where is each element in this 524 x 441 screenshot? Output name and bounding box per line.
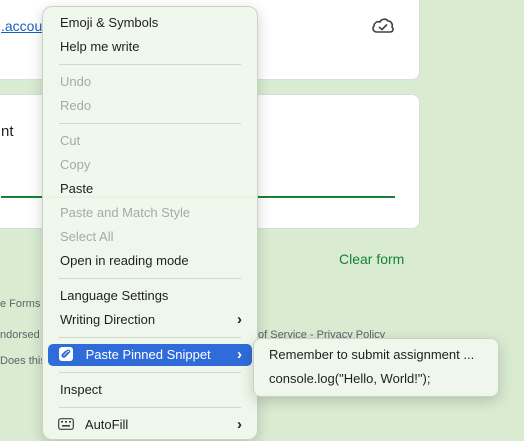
context-menu: Emoji & Symbols Help me write Undo Redo …: [42, 6, 258, 440]
menu-item-label: Paste Pinned Snippet: [85, 347, 211, 362]
snippet-item-reminder[interactable]: Remember to submit assignment ...: [259, 344, 493, 366]
chevron-right-icon: ›: [237, 346, 242, 363]
menu-separator: [59, 64, 241, 65]
keyboard-icon: [58, 415, 74, 430]
footer-does-text: Does this: [0, 355, 46, 367]
clear-form-button[interactable]: Clear form: [339, 251, 404, 267]
cloud-saved-icon: [371, 16, 395, 39]
menu-item-paste-match-style: Paste and Match Style: [60, 205, 191, 220]
menu-item-paste[interactable]: Paste: [48, 178, 252, 200]
menu-item-cut: Cut: [60, 133, 81, 148]
menu-item-label: AutoFill: [84, 417, 129, 432]
footer-endorsed-text: ndorsed l: [0, 329, 46, 341]
menu-item-copy: Copy: [60, 157, 91, 172]
menu-separator: [59, 372, 241, 373]
menu-item-language-settings[interactable]: Language Settings: [48, 285, 252, 307]
question-field-text: nt: [1, 123, 14, 140]
menu-separator: [59, 407, 241, 408]
menu-item-select-all: Select All: [60, 229, 114, 244]
menu-item-autofill[interactable]: AutoFill ›: [48, 414, 252, 436]
footer-forms-text: e Forms: [0, 298, 41, 310]
menu-separator: [59, 123, 241, 124]
menu-item-help-me-write[interactable]: Help me write: [48, 36, 252, 58]
menu-separator: [59, 337, 241, 338]
paperclip-icon: [58, 346, 74, 362]
snippet-item-console-log[interactable]: console.log("Hello, World!");: [259, 368, 493, 390]
account-link[interactable]: .accou: [1, 18, 42, 34]
chevron-right-icon: ›: [237, 416, 242, 433]
menu-item-redo: Redo: [60, 98, 92, 113]
pinned-snippet-submenu: Remember to submit assignment ... consol…: [253, 338, 499, 397]
menu-item-emoji-symbols[interactable]: Emoji & Symbols: [48, 12, 252, 34]
menu-separator: [59, 278, 241, 279]
menu-item-reading-mode[interactable]: Open in reading mode: [48, 250, 252, 272]
menu-item-writing-direction[interactable]: Writing Direction ›: [48, 309, 252, 331]
menu-item-undo: Undo: [60, 74, 92, 89]
menu-item-label: Writing Direction: [60, 312, 156, 327]
menu-item-paste-pinned-snippet[interactable]: Paste Pinned Snippet ›: [48, 344, 252, 366]
chevron-right-icon: ›: [237, 311, 242, 328]
menu-item-inspect[interactable]: Inspect: [48, 379, 252, 401]
